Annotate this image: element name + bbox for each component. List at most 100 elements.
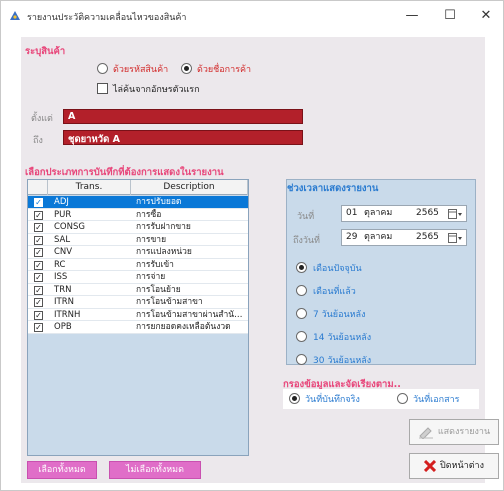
trans-code: ADJ (54, 197, 69, 207)
record-types-title: เลือกประเภทการบันทึกที่ต้องการแสดงในรายง… (25, 167, 224, 178)
show-report-button[interactable]: แสดงรายงาน (409, 419, 499, 445)
row-checkbox[interactable]: ✓ (34, 323, 43, 332)
to-date-label: ถึงวันที่ (293, 236, 320, 246)
trans-description: การซื้อ (136, 209, 162, 220)
product-spec-title: ระบุสินค้า (25, 46, 66, 57)
trans-code: OPB (54, 322, 72, 332)
row-checkbox[interactable]: ✓ (34, 198, 43, 207)
row-checkbox[interactable]: ✓ (34, 260, 43, 270)
row-checkbox[interactable]: ✓ (34, 298, 43, 307)
table-row[interactable]: ✓ ISS การจ่าย (28, 271, 248, 284)
radio-record-date-label: วันที่บันทึกจริง (305, 395, 360, 405)
close-window-label: ปิดหน้าต่าง (440, 461, 484, 471)
table-row[interactable]: ✓ ITRNH การโอนข้ามสาขาผ่านสำนักงานใ... (28, 308, 248, 321)
row-checkbox[interactable]: ✓ (34, 235, 43, 245)
period-radio[interactable] (296, 308, 307, 319)
trans-code: ISS (54, 272, 68, 282)
trans-code: SAL (54, 234, 71, 245)
title-bar: รายงานประวัติความเคลื่อนไหวของสินค้า — ☐… (1, 1, 503, 31)
row-checkbox[interactable]: ✓ (34, 223, 43, 232)
period-option-label: เดือนที่แล้ว (313, 287, 356, 297)
radio-by-name[interactable] (181, 63, 192, 74)
grid-header: Trans. Description (28, 180, 248, 195)
trans-description: การโอนข้ามสาขาผ่านสำนักงานใ... (136, 309, 246, 320)
table-row[interactable]: ✓ CONSG การรับฝากขาย (28, 221, 248, 234)
trans-description: การโอนย้าย (136, 284, 181, 295)
trans-code: TRN (54, 284, 72, 295)
trans-code: CNV (54, 247, 73, 257)
first-letter-checkbox[interactable] (97, 83, 108, 94)
from-date-month: ตุลาคม (364, 208, 393, 218)
calendar-dropdown-icon[interactable] (448, 233, 462, 243)
maximize-button[interactable]: ☐ (433, 5, 467, 27)
row-checkbox[interactable]: ✓ (34, 285, 43, 295)
select-all-button[interactable]: เลือกทั้งหมด (27, 461, 97, 479)
table-row[interactable]: ✓ TRN การโอนย้าย (28, 283, 248, 296)
window-title: รายงานประวัติความเคลื่อนไหวของสินค้า (27, 13, 187, 23)
report-window: รายงานประวัติความเคลื่อนไหวของสินค้า — ☐… (0, 0, 504, 491)
table-row[interactable]: ✓ PUR การซื้อ (28, 208, 248, 221)
from-date-year: 2565 (416, 208, 439, 218)
date-label: วันที่ (297, 212, 315, 222)
table-row[interactable]: ✓ CNV การแปลงหน่วย (28, 246, 248, 259)
deselect-all-button[interactable]: ไม่เลือกทั้งหมด (109, 461, 201, 479)
table-row[interactable]: ✓ SAL การขาย (28, 233, 248, 246)
period-radio[interactable] (296, 262, 307, 273)
trans-code: RC (54, 259, 66, 270)
table-row[interactable]: ✓ RC การรับเข้า (28, 258, 248, 271)
to-date-month: ตุลาคม (364, 232, 393, 242)
period-title: ช่วงเวลาแสดงรายงาน (287, 183, 379, 194)
radio-by-code[interactable] (97, 63, 108, 74)
grid-header-check (28, 180, 48, 195)
row-checkbox[interactable]: ✓ (34, 273, 43, 282)
trans-description: การขาย (136, 234, 167, 245)
trans-code: ITRNH (54, 309, 81, 320)
table-row[interactable]: ✓ OPB การยกยอดคงเหลือต้นงวด (28, 321, 248, 334)
row-checkbox[interactable]: ✓ (34, 310, 43, 320)
trans-description: การแปลงหน่วย (136, 247, 192, 257)
minimize-button[interactable]: — (395, 5, 429, 27)
trans-description: การรับเข้า (136, 259, 174, 270)
radio-doc-date-label: วันที่เอกสาร (413, 395, 460, 405)
to-date-day: 29 (346, 232, 358, 242)
table-row[interactable]: ✓ ITRN การโอนข้ามสาขา (28, 296, 248, 309)
table-row[interactable]: ✓ ADJ การปรับยอด (28, 196, 248, 209)
period-radio[interactable] (296, 285, 307, 296)
close-button[interactable]: ✕ (469, 5, 503, 27)
first-letter-label: ไล่ค้นจากอักษรตัวแรก (113, 85, 200, 95)
from-label: ตั้งแต่ (31, 114, 53, 124)
trans-description: การยกยอดคงเหลือต้นงวด (136, 322, 231, 332)
radio-record-date[interactable] (289, 393, 300, 404)
to-product-input[interactable]: ชุดยาหวัด A (63, 130, 303, 145)
row-checkbox[interactable]: ✓ (34, 210, 43, 220)
to-date-year: 2565 (416, 232, 439, 242)
from-product-input[interactable]: A (63, 109, 303, 124)
show-report-label: แสดงรายงาน (437, 427, 491, 437)
period-option-label: 14 วันย้อนหลัง (313, 333, 372, 343)
trans-code: PUR (54, 209, 72, 220)
grid-header-trans[interactable]: Trans. (48, 180, 131, 195)
trans-code: ITRN (54, 297, 74, 307)
grid-header-description[interactable]: Description (131, 180, 248, 195)
record-types-grid[interactable]: Trans. Description ✓ ADJ การปรับยอด ✓ PUR การ… (27, 179, 249, 456)
calendar-dropdown-icon[interactable] (448, 209, 462, 219)
radio-doc-date[interactable] (397, 393, 408, 404)
app-icon (10, 11, 20, 20)
period-option-label: เดือนปัจจุบัน (313, 264, 362, 274)
from-date-picker[interactable]: 01 ตุลาคม 2565 (341, 205, 467, 222)
radio-by-name-label: ด้วยชื่อการค้า (197, 65, 252, 75)
report-icon (418, 426, 433, 440)
trans-description: การรับฝากขาย (136, 222, 191, 232)
trans-description: การจ่าย (136, 272, 166, 282)
trans-description: การปรับยอด (136, 197, 182, 207)
to-date-picker[interactable]: 29 ตุลาคม 2565 (341, 229, 467, 246)
period-radio[interactable] (296, 331, 307, 342)
period-option-label: 30 วันย้อนหลัง (313, 356, 372, 366)
close-x-icon (423, 459, 437, 472)
row-checkbox[interactable]: ✓ (34, 248, 43, 257)
filter-panel: วันที่บันทึกจริง วันที่เอกสาร (283, 389, 479, 409)
close-window-button[interactable]: ปิดหน้าต่าง (409, 453, 499, 479)
trans-code: CONSG (54, 222, 85, 232)
period-radio[interactable] (296, 354, 307, 365)
client-area: ระบุสินค้า ด้วยรหัสสินค้า ด้วยชื่อการค้า… (21, 37, 499, 483)
